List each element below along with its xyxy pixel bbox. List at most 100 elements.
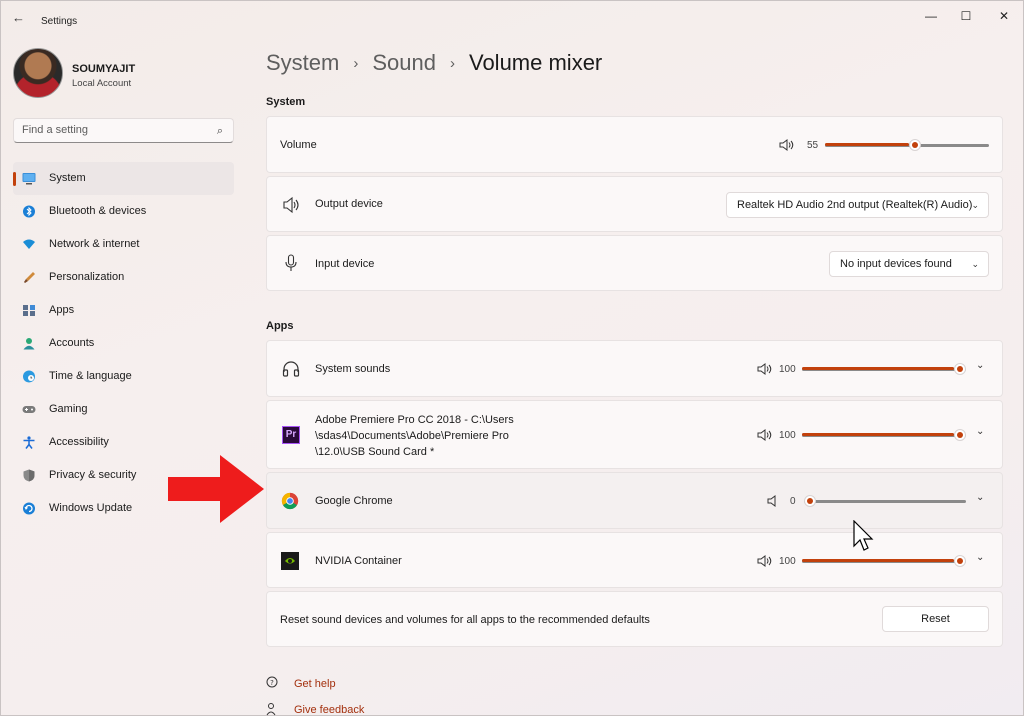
wifi-icon [23,239,35,249]
app-volume-slider[interactable] [802,363,966,375]
minimize-button[interactable]: — [918,6,944,26]
input-device-label: Input device [315,258,375,270]
input-device-dropdown[interactable]: No input devices found ⌄ [829,251,989,277]
slider-thumb[interactable] [954,363,966,375]
accessibility-icon [23,436,35,449]
speaker-icon [283,196,299,214]
chevron-down-icon[interactable]: ⌄ [976,552,984,563]
sidebar-item-label: Accessibility [49,436,109,448]
output-device-value: Realtek HD Audio 2nd output (Realtek(R) … [737,199,973,211]
sidebar-item-label: System [49,172,86,184]
search-box[interactable]: ⌕ [13,118,234,143]
user-name: SOUMYAJIT [72,63,136,75]
speaker-icon[interactable] [757,554,773,568]
get-help-link[interactable]: Get help [294,678,336,690]
chevron-down-icon[interactable]: ⌄ [976,492,984,503]
red-arrow-annotation [168,455,264,523]
app-name: NVIDIA Container [315,555,402,567]
search-input[interactable] [22,124,202,136]
back-button[interactable]: ← [12,10,28,25]
sidebar-item-accounts[interactable]: Accounts [13,327,234,360]
microphone-icon [285,254,297,271]
page-title: Volume mixer [468,50,603,75]
speaker-icon[interactable] [757,428,773,442]
app-volume-value: 100 [779,430,796,441]
output-device-card: Output device Realtek HD Audio 2nd outpu… [266,176,1003,232]
sidebar-item-label: Accounts [49,337,95,349]
reset-button[interactable]: Reset [882,606,989,632]
app-name: Adobe Premiere Pro CC 2018 - C:\Users \s… [315,412,514,460]
volume-slider[interactable] [825,139,989,151]
help-icon: ? [266,676,278,688]
slider-thumb[interactable] [954,429,966,441]
app-name: Google Chrome [315,495,393,507]
app-name-line: Adobe Premiere Pro CC 2018 - C:\Users [315,414,514,426]
sidebar-item-label: Apps [49,304,75,316]
user-account-type: Local Account [72,78,132,89]
breadcrumb: System › Sound › Volume mixer [266,50,602,76]
output-device-dropdown[interactable]: Realtek HD Audio 2nd output (Realtek(R) … [726,192,989,218]
sidebar-item-label: Gaming [49,403,88,415]
search-icon[interactable]: ⌕ [217,125,223,138]
app-name-line: \12.0\USB Sound Card * [315,446,435,458]
maximize-button[interactable]: ☐ [953,6,979,26]
sidebar-item-system[interactable]: System [13,162,234,195]
app-volume-slider[interactable] [802,555,966,567]
chevron-down-icon: ⌄ [971,259,979,269]
sidebar-item-network[interactable]: Network & internet [13,228,234,261]
breadcrumb-system[interactable]: System [266,50,339,76]
app-volume-slider[interactable] [802,429,966,441]
shield-icon [23,469,35,482]
brush-icon [24,272,35,283]
breadcrumb-separator: › [449,54,455,72]
app-volume-value: 100 [779,556,796,567]
app-name: System sounds [315,363,391,375]
section-title-system: System [266,96,306,108]
sidebar-item-bluetooth[interactable]: Bluetooth & devices [13,195,234,228]
feedback-icon [266,703,276,716]
sidebar-item-apps[interactable]: Apps [13,294,234,327]
sidebar-item-label: Privacy & security [49,469,137,481]
sidebar-item-label: Windows Update [49,502,133,514]
title-bar: ← Settings — ☐ ✕ [0,0,1024,32]
close-button[interactable]: ✕ [991,6,1017,26]
app-row-nvidia-container: NVIDIA Container 100 ⌄ [266,532,1003,588]
app-title: Settings [41,16,78,27]
slider-thumb[interactable] [954,555,966,567]
slider-thumb[interactable] [908,139,921,151]
bluetooth-icon [23,205,35,218]
volume-card: Volume 55 [266,116,1003,173]
give-feedback-link[interactable]: Give feedback [294,704,364,716]
monitor-icon [22,173,36,185]
sidebar-item-label: Network & internet [49,238,140,250]
volume-label: Volume [280,139,317,151]
output-device-label: Output device [315,198,383,210]
speaker-icon[interactable] [779,138,795,152]
app-row-google-chrome: Google Chrome 0 ⌄ [266,472,1003,529]
headphones-icon [282,361,300,377]
chevron-down-icon[interactable]: ⌄ [976,426,984,437]
app-row-adobe-premiere: Pr Adobe Premiere Pro CC 2018 - C:\Users… [266,400,1003,469]
premiere-pro-icon: Pr [282,426,300,444]
person-icon [23,338,35,350]
input-device-value: No input devices found [840,258,952,270]
section-title-apps: Apps [266,320,294,332]
app-volume-slider[interactable] [804,495,966,507]
sidebar-item-label: Personalization [49,271,125,283]
app-name-line: \sdas4\Documents\Adobe\Premiere Pro [315,430,509,442]
speaker-muted-icon[interactable] [767,494,777,508]
avatar[interactable] [13,48,63,98]
chevron-down-icon[interactable]: ⌄ [976,360,984,371]
sidebar-item-gaming[interactable]: Gaming [13,393,234,426]
sidebar-item-label: Bluetooth & devices [49,205,147,217]
volume-value: 55 [807,140,819,151]
breadcrumb-sound[interactable]: Sound [372,50,436,76]
slider-thumb[interactable] [804,495,816,507]
app-volume-value: 100 [779,364,796,375]
sidebar-item-personalization[interactable]: Personalization [13,261,234,294]
sidebar-item-time-language[interactable]: Time & language [13,360,234,393]
chevron-down-icon: ⌄ [971,200,979,210]
input-device-card: Input device No input devices found ⌄ [266,235,1003,291]
mouse-cursor [853,520,874,551]
speaker-icon[interactable] [757,362,773,376]
